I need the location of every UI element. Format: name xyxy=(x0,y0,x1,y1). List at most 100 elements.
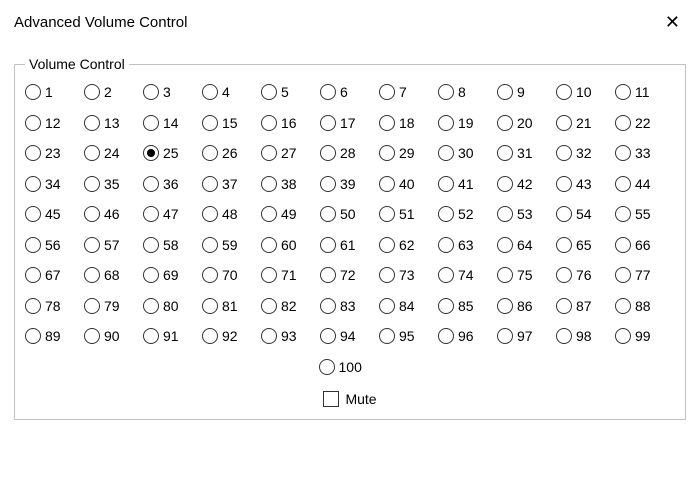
volume-radio-62[interactable]: 62 xyxy=(379,237,438,253)
volume-radio-9[interactable]: 9 xyxy=(497,84,556,100)
volume-radio-24[interactable]: 24 xyxy=(84,145,143,161)
volume-radio-94[interactable]: 94 xyxy=(320,328,379,344)
volume-radio-97[interactable]: 97 xyxy=(497,328,556,344)
volume-radio-60[interactable]: 60 xyxy=(261,237,320,253)
volume-radio-43[interactable]: 43 xyxy=(556,176,615,192)
volume-radio-61[interactable]: 61 xyxy=(320,237,379,253)
volume-radio-34[interactable]: 34 xyxy=(25,176,84,192)
volume-radio-2[interactable]: 2 xyxy=(84,84,143,100)
volume-radio-85[interactable]: 85 xyxy=(438,298,497,314)
volume-radio-14[interactable]: 14 xyxy=(143,115,202,131)
volume-radio-5[interactable]: 5 xyxy=(261,84,320,100)
volume-radio-66[interactable]: 66 xyxy=(615,237,674,253)
volume-radio-79[interactable]: 79 xyxy=(84,298,143,314)
volume-radio-86[interactable]: 86 xyxy=(497,298,556,314)
volume-radio-35[interactable]: 35 xyxy=(84,176,143,192)
volume-radio-92[interactable]: 92 xyxy=(202,328,261,344)
volume-radio-65[interactable]: 65 xyxy=(556,237,615,253)
volume-radio-3[interactable]: 3 xyxy=(143,84,202,100)
volume-radio-75[interactable]: 75 xyxy=(497,267,556,283)
volume-radio-52[interactable]: 52 xyxy=(438,206,497,222)
volume-radio-42[interactable]: 42 xyxy=(497,176,556,192)
volume-radio-31[interactable]: 31 xyxy=(497,145,556,161)
volume-radio-54[interactable]: 54 xyxy=(556,206,615,222)
volume-radio-22[interactable]: 22 xyxy=(615,115,674,131)
close-icon[interactable]: ✕ xyxy=(659,11,686,33)
volume-radio-55[interactable]: 55 xyxy=(615,206,674,222)
volume-radio-32[interactable]: 32 xyxy=(556,145,615,161)
volume-radio-38[interactable]: 38 xyxy=(261,176,320,192)
volume-radio-50[interactable]: 50 xyxy=(320,206,379,222)
volume-radio-76[interactable]: 76 xyxy=(556,267,615,283)
volume-radio-30[interactable]: 30 xyxy=(438,145,497,161)
volume-radio-83[interactable]: 83 xyxy=(320,298,379,314)
volume-radio-27[interactable]: 27 xyxy=(261,145,320,161)
volume-radio-1[interactable]: 1 xyxy=(25,84,84,100)
volume-radio-51[interactable]: 51 xyxy=(379,206,438,222)
volume-radio-4[interactable]: 4 xyxy=(202,84,261,100)
volume-radio-81[interactable]: 81 xyxy=(202,298,261,314)
volume-radio-39[interactable]: 39 xyxy=(320,176,379,192)
volume-radio-6[interactable]: 6 xyxy=(320,84,379,100)
volume-radio-72[interactable]: 72 xyxy=(320,267,379,283)
volume-radio-12[interactable]: 12 xyxy=(25,115,84,131)
volume-radio-10[interactable]: 10 xyxy=(556,84,615,100)
volume-radio-21[interactable]: 21 xyxy=(556,115,615,131)
volume-radio-68[interactable]: 68 xyxy=(84,267,143,283)
volume-radio-41[interactable]: 41 xyxy=(438,176,497,192)
volume-radio-93[interactable]: 93 xyxy=(261,328,320,344)
volume-radio-96[interactable]: 96 xyxy=(438,328,497,344)
volume-radio-16[interactable]: 16 xyxy=(261,115,320,131)
volume-radio-100[interactable]: 100 xyxy=(319,359,382,375)
volume-radio-44[interactable]: 44 xyxy=(615,176,674,192)
volume-radio-58[interactable]: 58 xyxy=(143,237,202,253)
volume-radio-11[interactable]: 11 xyxy=(615,84,674,100)
volume-radio-84[interactable]: 84 xyxy=(379,298,438,314)
volume-radio-19[interactable]: 19 xyxy=(438,115,497,131)
volume-radio-53[interactable]: 53 xyxy=(497,206,556,222)
volume-radio-78[interactable]: 78 xyxy=(25,298,84,314)
volume-radio-67[interactable]: 67 xyxy=(25,267,84,283)
volume-radio-89[interactable]: 89 xyxy=(25,328,84,344)
volume-radio-57[interactable]: 57 xyxy=(84,237,143,253)
volume-radio-13[interactable]: 13 xyxy=(84,115,143,131)
volume-radio-8[interactable]: 8 xyxy=(438,84,497,100)
volume-radio-64[interactable]: 64 xyxy=(497,237,556,253)
volume-radio-49[interactable]: 49 xyxy=(261,206,320,222)
volume-radio-63[interactable]: 63 xyxy=(438,237,497,253)
volume-radio-98[interactable]: 98 xyxy=(556,328,615,344)
volume-radio-40[interactable]: 40 xyxy=(379,176,438,192)
volume-radio-20[interactable]: 20 xyxy=(497,115,556,131)
volume-radio-82[interactable]: 82 xyxy=(261,298,320,314)
volume-radio-48[interactable]: 48 xyxy=(202,206,261,222)
volume-radio-29[interactable]: 29 xyxy=(379,145,438,161)
volume-radio-7[interactable]: 7 xyxy=(379,84,438,100)
volume-radio-80[interactable]: 80 xyxy=(143,298,202,314)
volume-radio-99[interactable]: 99 xyxy=(615,328,674,344)
volume-radio-26[interactable]: 26 xyxy=(202,145,261,161)
volume-radio-56[interactable]: 56 xyxy=(25,237,84,253)
volume-radio-91[interactable]: 91 xyxy=(143,328,202,344)
volume-radio-95[interactable]: 95 xyxy=(379,328,438,344)
volume-radio-70[interactable]: 70 xyxy=(202,267,261,283)
volume-radio-15[interactable]: 15 xyxy=(202,115,261,131)
volume-radio-18[interactable]: 18 xyxy=(379,115,438,131)
volume-radio-36[interactable]: 36 xyxy=(143,176,202,192)
volume-radio-74[interactable]: 74 xyxy=(438,267,497,283)
volume-radio-28[interactable]: 28 xyxy=(320,145,379,161)
volume-radio-23[interactable]: 23 xyxy=(25,145,84,161)
volume-radio-46[interactable]: 46 xyxy=(84,206,143,222)
volume-radio-88[interactable]: 88 xyxy=(615,298,674,314)
volume-radio-90[interactable]: 90 xyxy=(84,328,143,344)
volume-radio-33[interactable]: 33 xyxy=(615,145,674,161)
volume-radio-37[interactable]: 37 xyxy=(202,176,261,192)
volume-radio-87[interactable]: 87 xyxy=(556,298,615,314)
volume-radio-17[interactable]: 17 xyxy=(320,115,379,131)
volume-radio-69[interactable]: 69 xyxy=(143,267,202,283)
volume-radio-77[interactable]: 77 xyxy=(615,267,674,283)
volume-radio-71[interactable]: 71 xyxy=(261,267,320,283)
volume-radio-59[interactable]: 59 xyxy=(202,237,261,253)
volume-radio-25[interactable]: 25 xyxy=(143,145,202,161)
volume-radio-47[interactable]: 47 xyxy=(143,206,202,222)
volume-radio-45[interactable]: 45 xyxy=(25,206,84,222)
